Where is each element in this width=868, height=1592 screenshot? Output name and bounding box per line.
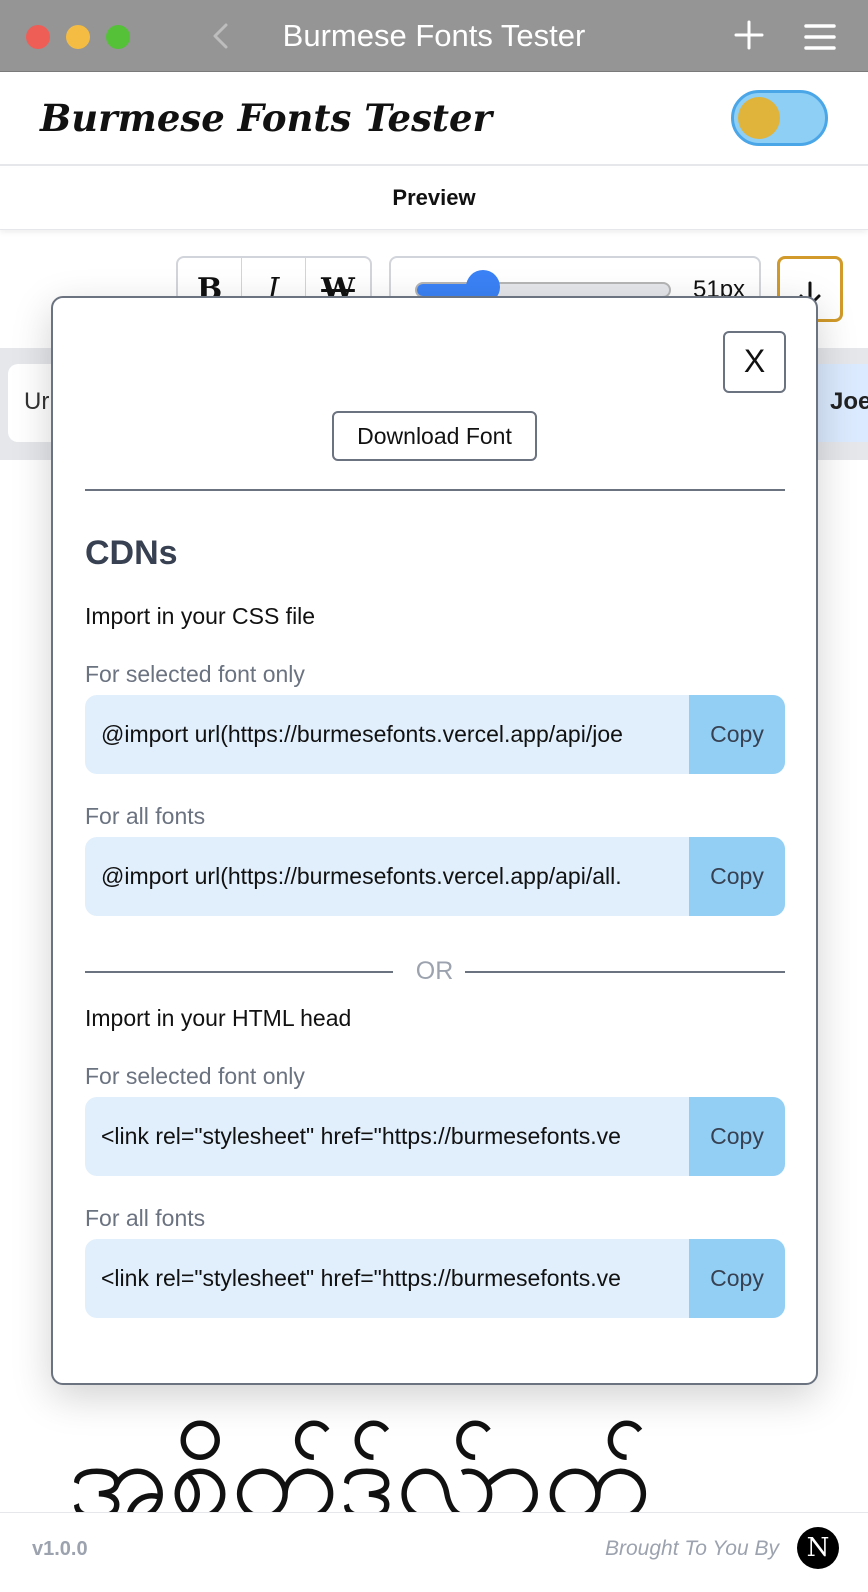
plus-icon[interactable] [734,20,764,50]
tab-preview[interactable]: Preview [0,185,868,211]
app-title: Burmese Fonts Tester [40,96,493,140]
html-import-heading: Import in your HTML head [85,1005,352,1031]
copy-button[interactable]: Copy [689,1239,785,1318]
code-row-label: For selected font only [85,661,305,687]
footer: v1.0.0 Brought To You By N [0,1512,868,1592]
or-divider-right [465,971,785,973]
cdn-heading: CDNs [85,534,178,572]
css-import-heading: Import in your CSS file [85,603,316,629]
window-titlebar: Burmese Fonts Tester [0,0,868,72]
code-snippet[interactable]: <link rel="stylesheet" href="https://bur… [101,1123,677,1150]
code-row-label: For all fonts [85,1205,206,1231]
download-font-button[interactable]: Download Font [332,411,537,461]
theme-toggle[interactable] [731,90,828,146]
code-row: <link rel="stylesheet" href="https://bur… [85,1097,785,1176]
divider [85,489,785,491]
code-row-label: For all fonts [85,803,206,829]
copy-button[interactable]: Copy [689,695,785,774]
code-row: @import url(https://burmesefonts.vercel.… [85,837,785,916]
app-header: Burmese Fonts Tester [0,72,868,166]
toggle-knob [738,97,780,139]
close-modal-button[interactable]: X [723,331,786,393]
download-modal: X Download Font CDNs Import in your CSS … [51,296,818,1385]
copy-button[interactable]: Copy [689,837,785,916]
code-snippet[interactable]: <link rel="stylesheet" href="https://bur… [101,1265,677,1292]
credit-text: Brought To You By [605,1537,779,1560]
code-row: <link rel="stylesheet" href="https://bur… [85,1239,785,1318]
copy-button[interactable]: Copy [689,1097,785,1176]
code-snippet[interactable]: @import url(https://burmesefonts.vercel.… [101,863,677,890]
brand-logo-icon[interactable]: N [797,1527,839,1569]
version-label: v1.0.0 [32,1538,88,1560]
code-snippet[interactable]: @import url(https://burmesefonts.vercel.… [101,721,677,748]
tab-bar: Preview [0,168,868,230]
code-row-label: For selected font only [85,1063,305,1089]
hamburger-menu-icon[interactable] [803,22,837,52]
code-row: @import url(https://burmesefonts.vercel.… [85,695,785,774]
